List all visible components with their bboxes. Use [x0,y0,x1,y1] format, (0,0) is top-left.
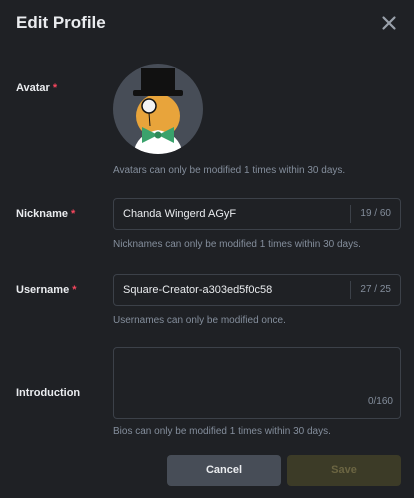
avatar-label-text: Avatar [16,82,50,94]
edit-profile-dialog: Edit Profile Avatar * Avatars can only b… [0,0,414,498]
introduction-label-text: Introduction [16,387,81,399]
avatar-hint: Avatars can only be modified 1 times wit… [113,165,346,176]
nickname-label: Nickname * [16,208,75,220]
username-label: Username * [16,284,76,296]
nickname-input[interactable]: Chanda Wingerd AGyF 19 / 60 [113,198,401,230]
top-hat-gentleman-icon [133,68,183,154]
introduction-hint: Bios can only be modified 1 times within… [113,426,331,437]
dialog-title: Edit Profile [16,13,106,32]
close-icon[interactable] [378,12,400,34]
username-label-text: Username [16,284,70,296]
dialog-header: Edit Profile [16,12,400,36]
username-value: Square-Creator-a303ed5f0c58 [123,284,273,296]
required-mark: * [70,208,76,220]
required-mark: * [72,284,77,296]
nickname-value: Chanda Wingerd AGyF [123,208,237,220]
username-hint: Usernames can only be modified once. [113,315,286,326]
save-button[interactable]: Save [287,455,401,486]
introduction-textarea[interactable]: 0/160 [113,347,401,419]
username-counter: 27 / 25 [350,281,400,299]
required-mark: * [52,82,58,94]
nickname-label-text: Nickname [16,208,68,220]
introduction-counter: 0/160 [367,396,393,407]
avatar[interactable] [113,64,203,154]
cancel-button[interactable]: Cancel [167,455,281,486]
avatar-label: Avatar * [16,82,57,94]
nickname-counter: 19 / 60 [350,205,400,223]
nickname-hint: Nicknames can only be modified 1 times w… [113,239,361,250]
username-input[interactable]: Square-Creator-a303ed5f0c58 27 / 25 [113,274,401,306]
introduction-label: Introduction [16,387,80,399]
